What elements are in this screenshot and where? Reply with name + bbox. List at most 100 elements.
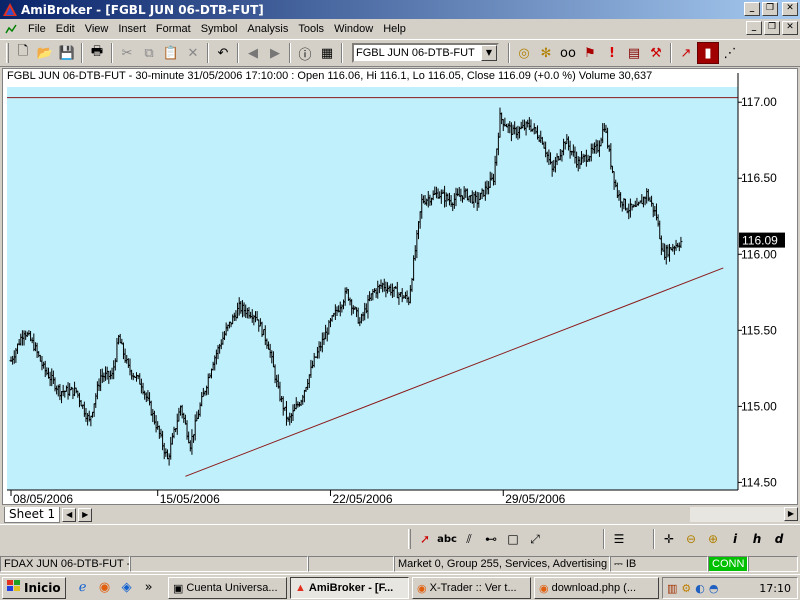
glasses-icon[interactable]: oo <box>557 42 579 64</box>
maximize-button[interactable]: ❐ <box>762 2 778 16</box>
mdi-restore-button[interactable]: ❐ <box>764 21 780 35</box>
book-icon[interactable]: ▤ <box>623 42 645 64</box>
undo-icon[interactable]: ↶ <box>212 42 234 64</box>
toolbar-separator <box>81 43 83 63</box>
horizontal-segment-icon[interactable]: ⊷ <box>480 528 502 550</box>
italic-h-icon[interactable]: h <box>746 528 768 550</box>
window-title: AmiBroker - [FGBL JUN 06-DTB-FUT] <box>21 2 264 17</box>
gear-icon[interactable]: ✻ <box>535 42 557 64</box>
x-axis-label: 22/05/2006 <box>332 492 392 504</box>
mdi-close-button[interactable]: ✕ <box>782 21 798 35</box>
forward-arrow-icon[interactable]: ▶ <box>264 42 286 64</box>
clock: 17:10 <box>759 581 791 595</box>
pointer-icon[interactable]: ➚ <box>414 528 436 550</box>
rectangle-icon[interactable]: □ <box>502 528 524 550</box>
menu-help[interactable]: Help <box>378 23 411 35</box>
toolbar-separator <box>237 43 239 63</box>
menu-symbol[interactable]: Symbol <box>196 23 243 35</box>
scrollbar-track[interactable] <box>690 507 784 522</box>
text-tool-icon[interactable]: abc <box>436 528 458 550</box>
status-empty-3 <box>748 555 798 572</box>
y-axis-label: 117.00 <box>741 95 777 109</box>
ie-icon[interactable]: ℯ <box>74 579 92 597</box>
menu-view[interactable]: View <box>80 23 114 35</box>
close-button[interactable]: ✕ <box>782 2 798 16</box>
x-axis-label: 08/05/2006 <box>13 492 73 504</box>
crosshair-icon[interactable]: ✛ <box>658 528 680 550</box>
menu-window[interactable]: Window <box>329 23 378 35</box>
chart-pane[interactable]: 117.00 116.50 116.00 115.50 115.00 114.50 08/0… <box>2 68 798 505</box>
plot-area[interactable] <box>7 87 738 490</box>
calendar-icon[interactable]: ▦ <box>316 42 338 64</box>
toolbar-separator <box>207 43 209 63</box>
tray-app-icon[interactable]: ▥ <box>667 582 677 595</box>
cut-icon[interactable]: ✂ <box>116 42 138 64</box>
toolbar-grip[interactable] <box>6 43 9 63</box>
windows-taskbar: Inicio ℯ ◉ ◈ » ▣ Cuenta Universa... ▲ AmiB… <box>0 574 800 600</box>
coins-icon[interactable]: ◎ <box>513 42 535 64</box>
horizontal-scrollbar[interactable]: ▶ <box>690 507 798 522</box>
sheet-tab[interactable]: Sheet 1 <box>4 506 61 523</box>
toolbar-separator <box>111 43 113 63</box>
sheet-right-arrow-icon[interactable]: ▶ <box>78 507 93 522</box>
new-file-icon[interactable]: 🗋 <box>12 42 34 64</box>
status-market: Market 0, Group 255, Services, Advertisi… <box>394 555 610 572</box>
trend-tool-icon[interactable]: ↗ <box>675 42 697 64</box>
task-download[interactable]: ◉ download.php (... <box>534 577 659 599</box>
zoom-out-icon[interactable]: ⊖ <box>680 528 702 550</box>
delete-icon[interactable]: ✕ <box>182 42 204 64</box>
firefox-small-icon: ◉ <box>417 582 427 595</box>
hammer-icon[interactable]: ⚒ <box>645 42 667 64</box>
task-xtrader[interactable]: ◉ X-Trader :: Ver t... <box>412 577 531 599</box>
menu-format[interactable]: Format <box>151 23 196 35</box>
scroll-right-icon[interactable]: ▶ <box>784 507 798 521</box>
flag-icon[interactable]: ⚑ <box>579 42 601 64</box>
print-icon[interactable]: 🖶 <box>86 42 108 64</box>
info-icon[interactable]: ⓘ <box>294 42 316 64</box>
copy-icon[interactable]: ⧉ <box>138 42 160 64</box>
menu-edit[interactable]: Edit <box>51 23 80 35</box>
menu-tools[interactable]: Tools <box>293 23 329 35</box>
main-toolbar: 🗋 📂 💾 🖶 ✂ ⧉ 📋 ✕ ↶ ◀ ▶ ⓘ ▦ FGBL JUN 06-DT… <box>0 39 800 67</box>
status-conn: CONN <box>708 555 748 572</box>
task-download-label: download.php (... <box>551 582 636 594</box>
symbol-select[interactable]: FGBL JUN 06-DTB-FUT ▼ <box>352 43 499 63</box>
chevron-down-icon[interactable]: ▼ <box>481 45 497 61</box>
minimize-button[interactable]: _ <box>744 2 760 16</box>
chart-document-icon[interactable] <box>3 21 19 37</box>
zoom-in-icon[interactable]: ⊕ <box>702 528 724 550</box>
paste-icon[interactable]: 📋 <box>160 42 182 64</box>
dotted-line-icon[interactable]: ⋰ <box>719 42 741 64</box>
sheet-left-arrow-icon[interactable]: ◀ <box>62 507 77 522</box>
menu-insert[interactable]: Insert <box>113 23 151 35</box>
open-folder-icon[interactable]: 📂 <box>34 42 56 64</box>
mdi-minimize-button[interactable]: _ <box>746 21 762 35</box>
app-quicklaunch-icon[interactable]: ◈ <box>118 579 136 597</box>
task-amibroker-label: AmiBroker - [F... <box>308 582 394 594</box>
task-cuenta[interactable]: ▣ Cuenta Universa... <box>168 577 287 599</box>
list-icon[interactable]: ☰ <box>608 528 630 550</box>
start-button[interactable]: Inicio <box>2 576 66 599</box>
symbol-value: FGBL JUN 06-DTB-FUT <box>356 47 475 59</box>
save-icon[interactable]: 💾 <box>56 42 78 64</box>
quicklaunch-more-icon[interactable]: » <box>140 579 158 597</box>
title-bar: AmiBroker - [FGBL JUN 06-DTB-FUT] _ ❐ ✕ <box>0 0 800 19</box>
menu-file[interactable]: File <box>23 23 51 35</box>
toolbar-grip[interactable] <box>408 529 411 549</box>
italic-d-icon[interactable]: d <box>768 528 790 550</box>
price-chart[interactable]: 117.00 116.50 116.00 115.50 115.00 114.50 08/0… <box>3 69 797 504</box>
menu-analysis[interactable]: Analysis <box>242 23 293 35</box>
alert-icon[interactable]: ! <box>601 42 623 64</box>
task-amibroker[interactable]: ▲ AmiBroker - [F... <box>290 577 409 599</box>
tray-volume-icon[interactable]: ◐ <box>695 582 705 595</box>
tray-network-icon[interactable]: ⚙ <box>681 582 691 595</box>
firefox-icon[interactable]: ◉ <box>96 579 114 597</box>
arrow-line-icon[interactable]: ⤢ <box>524 528 546 550</box>
status-source-label: IB <box>625 557 637 570</box>
sheet-bar: Sheet 1 ◀ ▶ ▶ <box>0 506 800 523</box>
tray-shield-icon[interactable]: ◓ <box>709 582 719 595</box>
parallel-lines-icon[interactable]: ⫽ <box>458 528 480 550</box>
layer-icon[interactable]: ▮ <box>697 42 719 64</box>
italic-i-icon[interactable]: i <box>724 528 746 550</box>
back-arrow-icon[interactable]: ◀ <box>242 42 264 64</box>
